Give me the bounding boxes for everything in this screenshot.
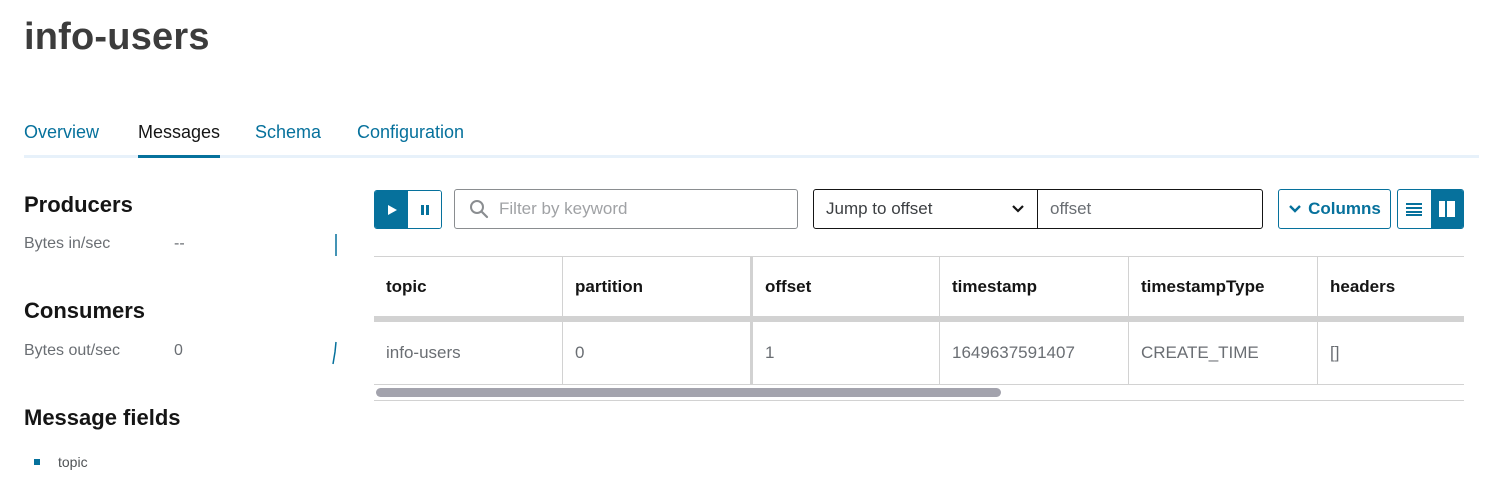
column-header-timestamptype[interactable]: timestampType	[1129, 257, 1318, 316]
consumers-heading: Consumers	[24, 298, 146, 323]
offset-field	[1037, 189, 1263, 229]
scrollbar-thumb[interactable]	[376, 388, 1001, 397]
pause-button[interactable]	[408, 191, 441, 228]
table-header-row: topic partition offset timestamp timesta…	[374, 257, 1464, 322]
jump-to-select[interactable]: Jump to offset	[813, 189, 1038, 229]
bytes-in-sparkline	[335, 234, 337, 256]
tab-configuration[interactable]: Configuration	[357, 122, 464, 158]
column-header-topic[interactable]: topic	[374, 257, 563, 316]
table-cell-offset: 1	[751, 322, 940, 384]
bytes-out-label: Bytes out/sec	[24, 342, 121, 359]
search-input[interactable]	[499, 199, 779, 219]
message-field-label: topic	[58, 454, 88, 470]
table-cell-headers: []	[1330, 343, 1340, 362]
tab-schema[interactable]: Schema	[255, 122, 321, 158]
table-cell-timestamptype: CREATE_TIME	[1129, 322, 1318, 384]
card-view-button[interactable]	[1430, 190, 1463, 228]
producers-heading: Producers	[24, 192, 133, 217]
messages-table: topic partition offset timestamp timesta…	[374, 256, 1464, 385]
card-view-icon	[1438, 201, 1455, 217]
bytes-out-value: 0	[174, 342, 183, 359]
chevron-down-icon	[1012, 205, 1024, 213]
columns-button-label: Columns	[1308, 199, 1381, 218]
message-fields-heading: Message fields	[24, 405, 181, 430]
bytes-out-sparkline	[332, 341, 337, 365]
bytes-in-value: --	[174, 235, 185, 252]
bytes-in-label: Bytes in/sec	[24, 235, 111, 252]
jump-to-select-value: Jump to offset	[826, 199, 933, 218]
tab-messages[interactable]: Messages	[138, 122, 221, 158]
table-cell-partition: 0	[563, 322, 751, 384]
chevron-down-icon	[1289, 205, 1301, 213]
table-cell-timestamp: 1649637591407	[940, 322, 1129, 384]
column-header-offset[interactable]: offset	[751, 257, 940, 316]
list-view-icon	[1406, 203, 1423, 216]
list-view-button[interactable]	[1398, 190, 1431, 228]
bullet-icon	[34, 459, 40, 465]
page-title: info-users	[24, 16, 210, 58]
play-button[interactable]	[375, 191, 408, 228]
search-icon	[470, 200, 489, 219]
column-header-timestamp[interactable]: timestamp	[940, 257, 1129, 316]
message-field-item[interactable]: topic	[34, 454, 88, 470]
tab-overview[interactable]: Overview	[24, 122, 99, 158]
view-toggle	[1397, 189, 1464, 229]
playback-controls	[374, 190, 442, 229]
tab-bar: Overview Messages Schema Configuration	[24, 120, 1479, 158]
columns-button[interactable]: Columns	[1278, 189, 1391, 229]
column-header-partition[interactable]: partition	[563, 257, 751, 316]
search-box	[454, 189, 798, 229]
offset-input[interactable]	[1050, 199, 1250, 219]
play-icon	[387, 204, 397, 215]
column-header-headers[interactable]: headers	[1318, 257, 1464, 316]
table-cell-topic: info-users	[374, 322, 563, 384]
table-row[interactable]: info-users 0 1 1649637591407 CREATE_TIME…	[374, 322, 1464, 385]
table-horizontal-scrollbar[interactable]	[374, 384, 1464, 401]
pause-icon	[420, 204, 429, 215]
